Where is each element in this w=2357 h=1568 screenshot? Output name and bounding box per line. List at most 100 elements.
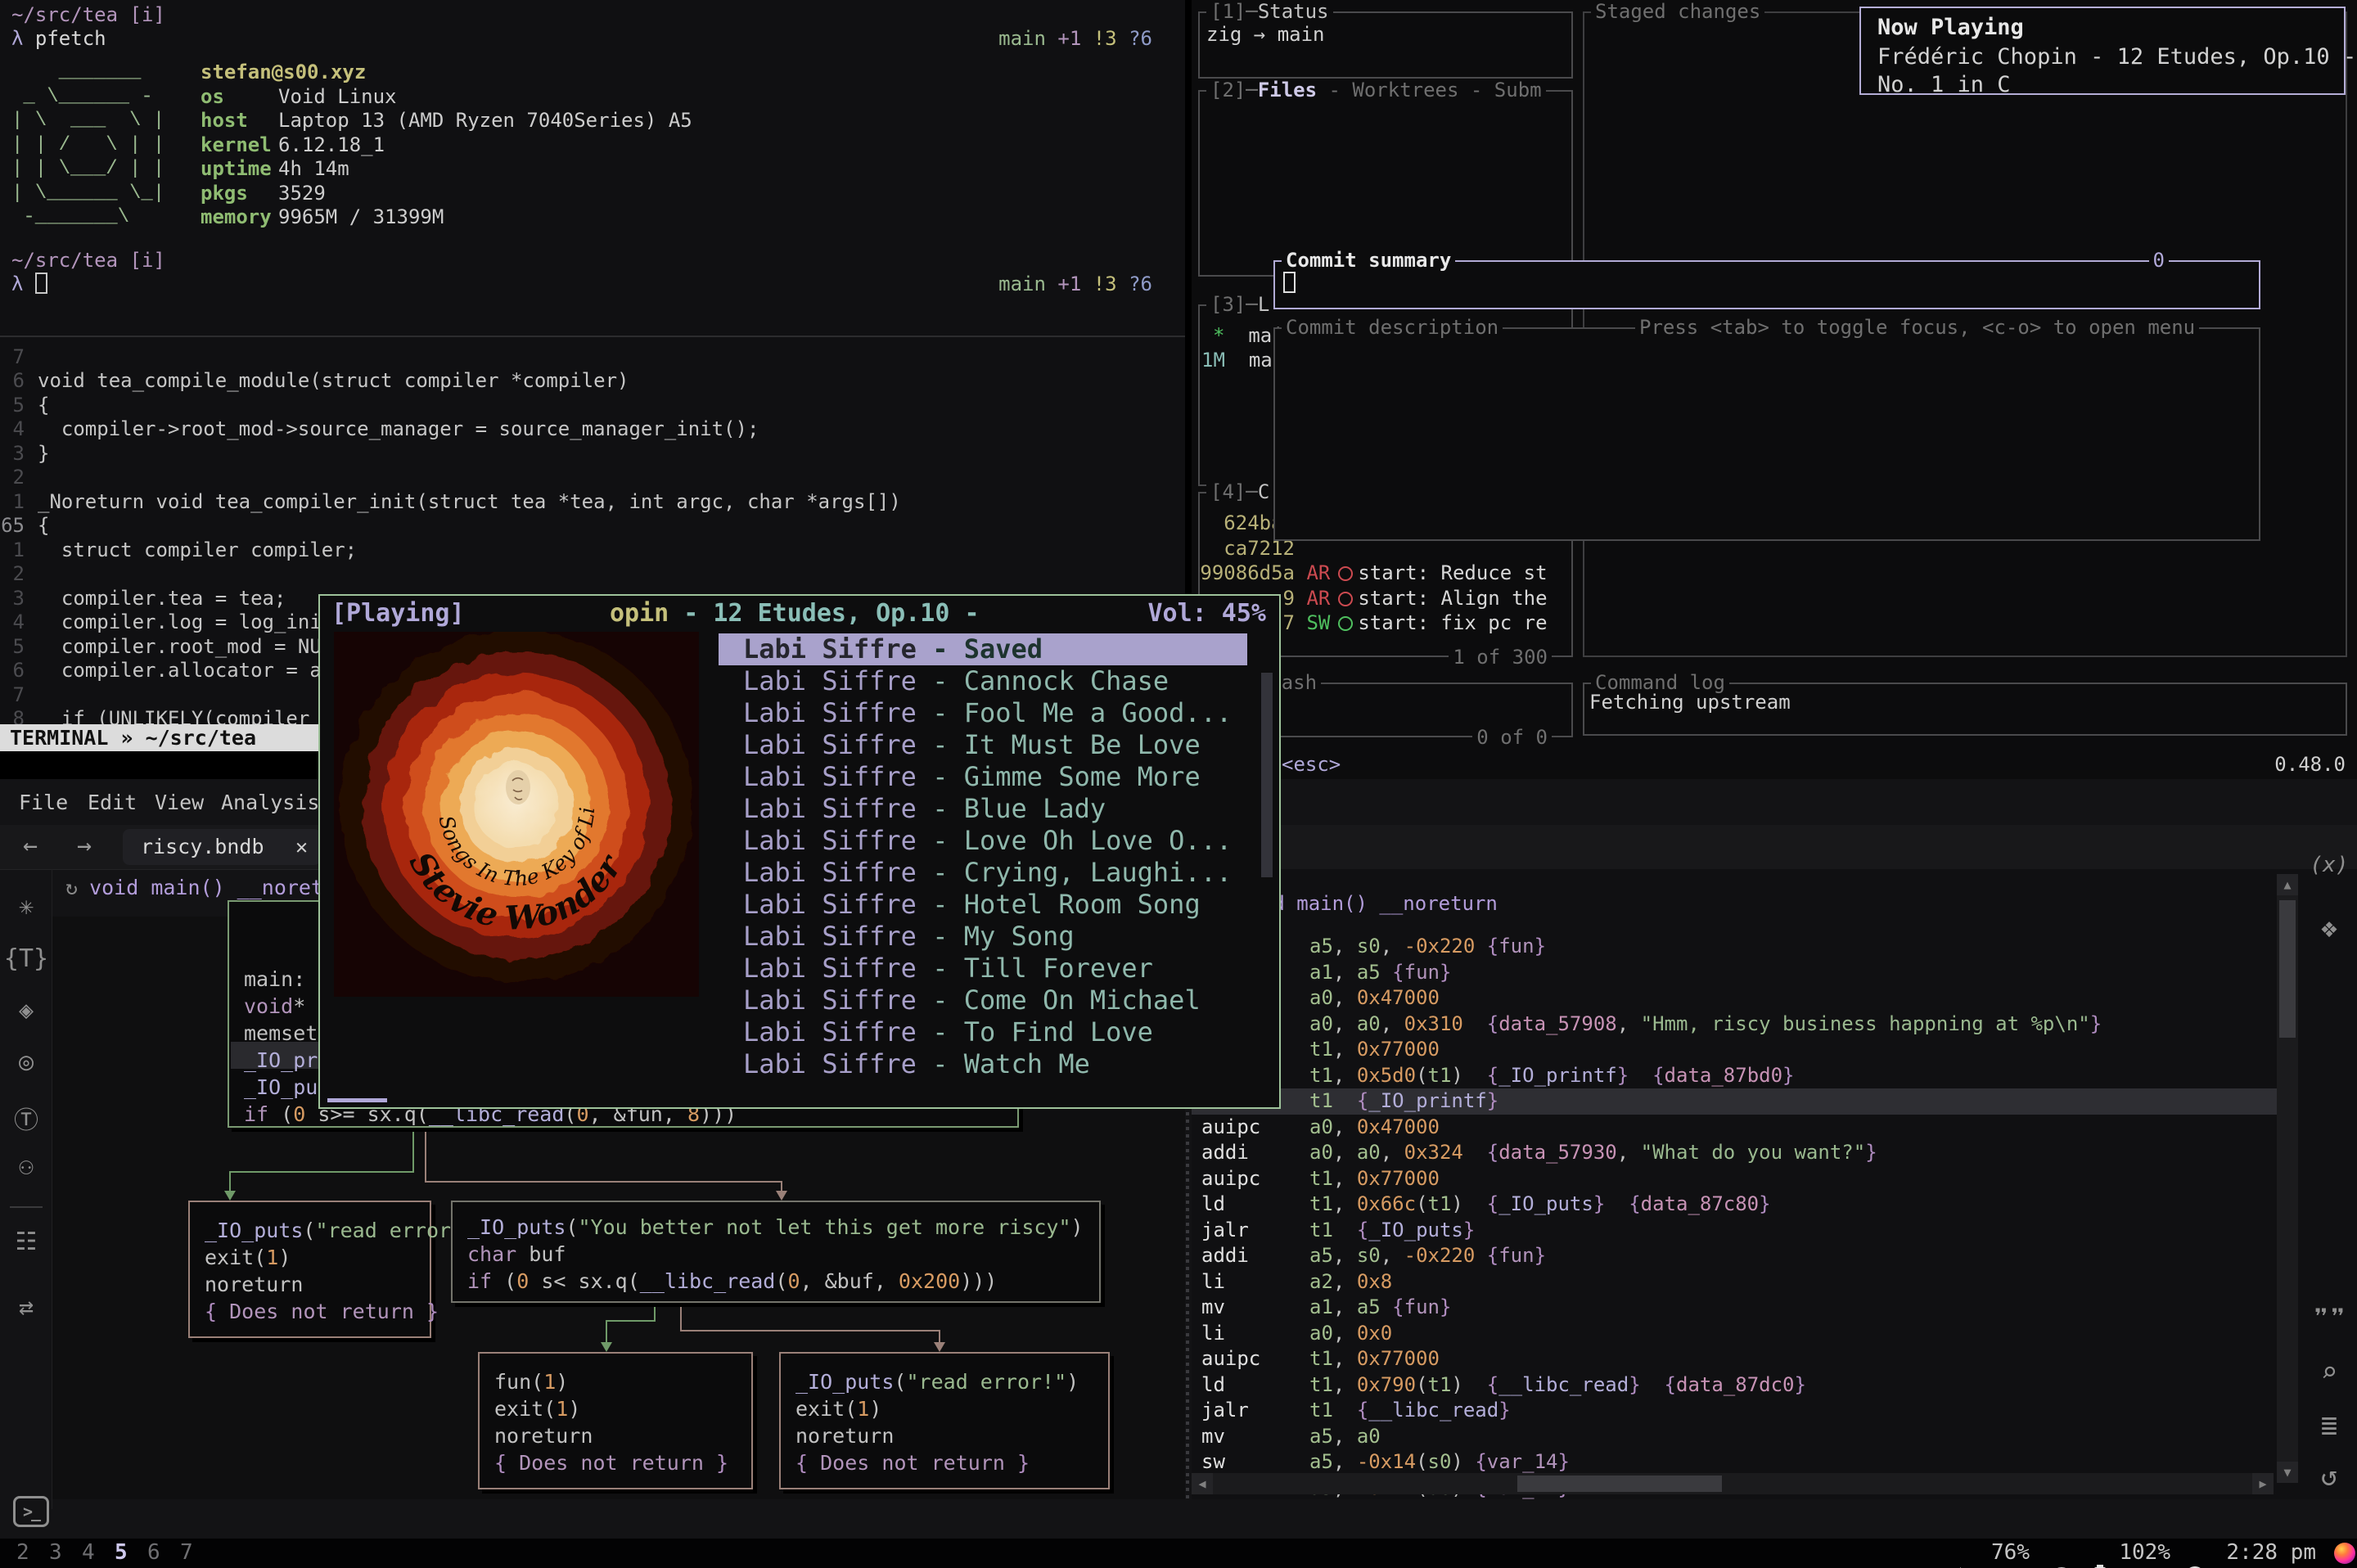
disasm-row[interactable]: auipct1, 0x77000 xyxy=(1192,1346,2277,1372)
disasm-row[interactable]: mva5, a0 xyxy=(1192,1424,2277,1450)
playlist-track[interactable]: Labi Siffre - Gimme Some More xyxy=(719,761,1247,793)
disasm-row[interactable]: t1 {_IO_printf} xyxy=(1192,1088,2277,1115)
scroll-right-icon[interactable]: ▶ xyxy=(2252,1473,2274,1494)
volume-icon[interactable] xyxy=(1896,1540,1972,1568)
debugger-icon[interactable]: ⚇ xyxy=(0,1152,52,1181)
horizontal-scroll-thumb[interactable] xyxy=(1517,1476,1722,1492)
workspace-2[interactable]: 2 xyxy=(16,1540,29,1565)
commit-description-dialog[interactable]: Commit description Press <tab> to toggle… xyxy=(1273,327,2260,541)
disasm-row[interactable]: auipca0, 0x47000 xyxy=(1192,1115,2277,1141)
cfg-basic-block[interactable]: fun(1)exit(1)noreturn{ Does not return } xyxy=(478,1352,753,1489)
workspace-5[interactable]: 5 xyxy=(115,1540,128,1565)
menu-item-view[interactable]: View xyxy=(155,791,204,814)
playlist-track[interactable]: Labi Siffre - Hotel Room Song xyxy=(719,889,1247,921)
now-playing-notification[interactable]: Now Playing Frédéric Chopin - 12 Etudes,… xyxy=(1859,7,2346,95)
disasm-row[interactable]: mva1, a5 {fun} xyxy=(1192,1295,2277,1321)
memory-map-icon[interactable]: ◎ xyxy=(0,1048,52,1076)
editor-line[interactable]: 5{ xyxy=(0,393,1185,417)
reanalyze-icon[interactable]: ↻ xyxy=(65,876,78,899)
variables-icon[interactable]: (x) xyxy=(2305,853,2354,877)
types-icon[interactable]: {T} xyxy=(0,944,52,973)
menu-item-file[interactable]: File xyxy=(19,791,68,814)
tab-close-icon[interactable]: ✕ xyxy=(295,829,308,865)
editor-line[interactable]: 7 xyxy=(0,345,1185,369)
disasm-row[interactable]: jalrt1 {_IO_puts} xyxy=(1192,1218,2277,1244)
stack-view-icon[interactable]: ❖ xyxy=(2305,912,2354,944)
playlist-scroll-thumb[interactable] xyxy=(1261,673,1273,877)
file-tab[interactable]: riscy.bndb✕ xyxy=(123,829,321,865)
external-links-icon[interactable]: ⇄ xyxy=(0,1293,52,1322)
nav-forward-button[interactable]: → xyxy=(77,831,92,860)
workspace-3[interactable]: 3 xyxy=(49,1540,62,1565)
lazygit-window[interactable]: [1]─Status zig → main [2]─Files - Worktr… xyxy=(1192,0,2357,794)
playlist-track[interactable]: Labi Siffre - My Song xyxy=(719,921,1247,953)
editor-line[interactable]: 6void tea_compile_module(struct compiler… xyxy=(0,369,1185,394)
workspace-4[interactable]: 4 xyxy=(82,1540,95,1565)
editor-line[interactable]: 3} xyxy=(0,441,1185,466)
disasm-row[interactable]: a0, 0x47000 xyxy=(1192,985,2277,1012)
playlist-track[interactable]: Labi Siffre - It Must Be Love xyxy=(719,729,1247,761)
commit-summary-cursor[interactable] xyxy=(1283,272,1296,293)
playlist-track[interactable]: Labi Siffre - Cannock Chase xyxy=(719,665,1247,697)
cfg-basic-block[interactable]: _IO_puts("read error!")exit(1)noreturn{ … xyxy=(188,1201,431,1338)
clock-time[interactable]: 2:28 pm xyxy=(2226,1540,2316,1565)
music-player-window[interactable]: [Playing] opin - 12 Etudes, Op.10 - Vol:… xyxy=(318,594,1281,1109)
linear-disassembly-pane[interactable]: void main() __noreturn a5, s0, -0x220 {f… xyxy=(1192,869,2357,1499)
workspace-6[interactable]: 6 xyxy=(147,1540,160,1565)
playlist-track[interactable]: Labi Siffre - Blue Lady xyxy=(719,793,1247,825)
find-icon[interactable]: ⌕ xyxy=(2305,1356,2354,1389)
player-volume[interactable]: Vol: 45% xyxy=(1148,599,1267,628)
disasm-row[interactable]: a5, s0, -0x220 {fun} xyxy=(1192,934,2277,960)
editor-line[interactable]: 4 compiler->root_mod->source_manager = s… xyxy=(0,417,1185,442)
playlist-track[interactable]: Labi Siffre - To Find Love xyxy=(719,1016,1247,1048)
playlist-track[interactable]: Labi Siffre - Fool Me a Good... xyxy=(719,697,1247,729)
playlist-track[interactable]: Labi Siffre - Watch Me xyxy=(719,1048,1247,1080)
horizontal-scrollbar[interactable]: ◀ ▶ xyxy=(1192,1473,2274,1494)
lazygit-status-panel[interactable]: [1]─Status zig → main xyxy=(1198,11,1573,79)
disasm-row[interactable]: lia0, 0x0 xyxy=(1192,1321,2277,1347)
scroll-up-icon[interactable]: ▲ xyxy=(2277,874,2298,895)
user-avatar[interactable] xyxy=(2334,1543,2355,1564)
strings-icon[interactable]: ≣ xyxy=(2305,1409,2354,1442)
history-icon[interactable]: ↺ xyxy=(2305,1460,2354,1493)
cfg-basic-block[interactable]: _IO_puts("read error!")exit(1)noreturn{ … xyxy=(779,1352,1110,1489)
commit-row[interactable]: 99086d5a ARstart: Reduce st xyxy=(1200,561,1548,584)
editor-line[interactable]: 1_Noreturn void tea_compiler_init(struct… xyxy=(0,489,1185,514)
scroll-down-icon[interactable]: ▼ xyxy=(2277,1462,2298,1483)
menu-item-analysis[interactable]: Analysis xyxy=(221,791,319,814)
editor-line[interactable]: 65{ xyxy=(0,514,1185,538)
component-tree-icon[interactable]: ☷ xyxy=(0,1228,52,1256)
disasm-row[interactable]: jalrt1 {__libc_read} xyxy=(1192,1398,2277,1424)
console-toggle-icon[interactable]: >_ xyxy=(13,1496,49,1527)
playlist-track[interactable]: Labi Siffre - Crying, Laughi... xyxy=(719,857,1247,889)
playlist[interactable]: Labi Siffre - SavedLabi Siffre - Cannock… xyxy=(719,633,1247,1080)
disasm-row[interactable]: t1, 0x77000 xyxy=(1192,1037,2277,1063)
prompt-cursor-row[interactable]: λ xyxy=(11,273,47,295)
commit-summary-dialog[interactable]: Commit summary 0 xyxy=(1273,260,2260,309)
editor-line[interactable]: 2 xyxy=(0,466,1185,490)
disasm-row[interactable]: ldt1, 0x790(t1) {__libc_read} {data_87dc… xyxy=(1192,1372,2277,1399)
editor-line[interactable]: 1 struct compiler compiler; xyxy=(0,538,1185,562)
cross-references-icon[interactable]: ✳ xyxy=(0,892,52,921)
disasm-row[interactable]: lia2, 0x8 xyxy=(1192,1269,2277,1295)
tags-icon[interactable]: ◈ xyxy=(0,996,52,1025)
disasm-row[interactable]: swa5, -0x14(s0) {var_14} xyxy=(1192,1449,2277,1476)
menu-item-edit[interactable]: Edit xyxy=(88,791,137,814)
playlist-track[interactable]: Labi Siffre - Saved xyxy=(719,633,1247,665)
playlist-track[interactable]: Labi Siffre - Love Oh Love O... xyxy=(719,825,1247,857)
disasm-row[interactable]: auipct1, 0x77000 xyxy=(1192,1166,2277,1192)
nav-back-button[interactable]: ← xyxy=(23,831,38,860)
scroll-left-icon[interactable]: ◀ xyxy=(1192,1473,1213,1494)
workspace-7[interactable]: 7 xyxy=(180,1540,193,1565)
cfg-basic-block[interactable]: _IO_puts("You better not let this get mo… xyxy=(451,1201,1101,1303)
disasm-row[interactable]: addia5, s0, -0x220 {fun} xyxy=(1192,1243,2277,1269)
disasm-row[interactable]: t1, 0x5d0(t1) {_IO_printf} {data_87bd0} xyxy=(1192,1063,2277,1089)
vertical-scrollbar[interactable]: ▲ ▼ xyxy=(2277,874,2298,1483)
vertical-scroll-thumb[interactable] xyxy=(2279,900,2296,1038)
disasm-row[interactable]: a0, a0, 0x310 {data_57908, "Hmm, riscy b… xyxy=(1192,1012,2277,1038)
type-inspector-icon[interactable]: Ⓣ xyxy=(0,1100,52,1136)
playlist-track[interactable]: Labi Siffre - Come On Michael xyxy=(719,985,1247,1016)
editor-line[interactable]: 2 xyxy=(0,562,1185,587)
disasm-row[interactable]: a1, a5 {fun} xyxy=(1192,960,2277,986)
disasm-row[interactable]: ldt1, 0x66c(t1) {_IO_puts} {data_87c80} xyxy=(1192,1192,2277,1218)
